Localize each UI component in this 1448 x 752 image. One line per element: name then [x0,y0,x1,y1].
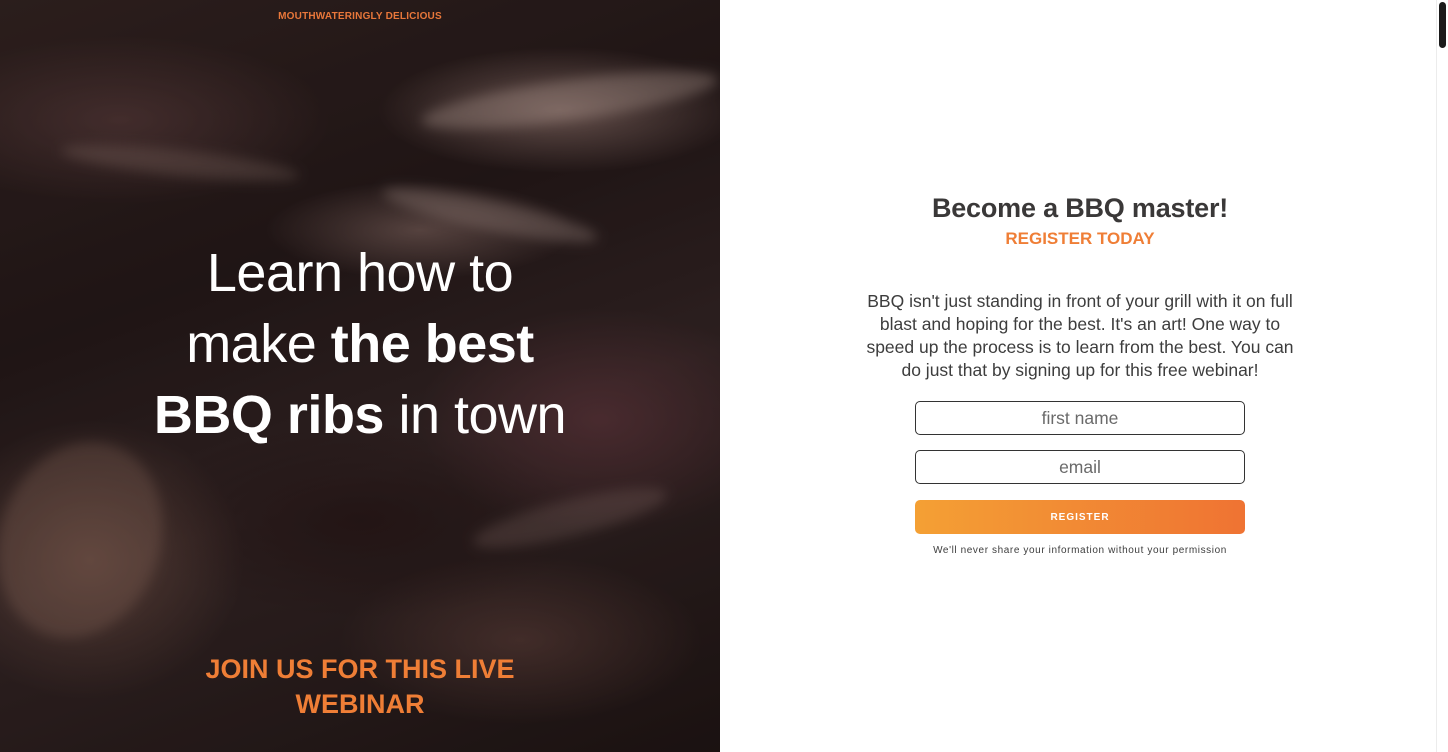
hero-cta: JOIN US FOR THIS LIVE WEBINAR [0,652,720,722]
privacy-note: We'll never share your information witho… [933,545,1227,556]
hero-title-line-2-regular: make [186,314,331,374]
scrollbar-thumb[interactable] [1439,2,1446,48]
hero-content: MOUTHWATERINGLY DELICIOUS Learn how to m… [0,0,720,752]
hero-title-line-3-bold: BBQ ribs [153,385,385,445]
hero-title-line-2: make the best [0,309,720,380]
registration-panel: Become a BBQ master! REGISTER TODAY BBQ … [720,0,1436,752]
hero-title: Learn how to make the best BBQ ribs in t… [0,238,720,451]
form-title: Become a BBQ master! [931,193,1229,223]
hero-cta-line-2: WEBINAR [295,689,425,719]
hero-title-line-3-regular: in town [383,385,567,445]
email-input[interactable] [915,450,1245,484]
hero-title-line-2-bold: the best [330,314,535,374]
first-name-input[interactable] [915,401,1245,435]
hero-cta-line-1: JOIN US FOR THIS LIVE [205,654,515,684]
register-button[interactable]: REGISTER [915,500,1245,534]
form-subtitle: REGISTER TODAY [1005,229,1155,248]
hero-panel: MOUTHWATERINGLY DELICIOUS Learn how to m… [0,0,720,752]
hero-eyebrow: MOUTHWATERINGLY DELICIOUS [278,11,442,22]
form-description: BBQ isn't just standing in front of your… [866,291,1294,380]
hero-title-line-3: BBQ ribs in town [0,380,720,451]
hero-title-line-1: Learn how to [206,243,514,303]
scrollbar[interactable] [1436,0,1448,752]
